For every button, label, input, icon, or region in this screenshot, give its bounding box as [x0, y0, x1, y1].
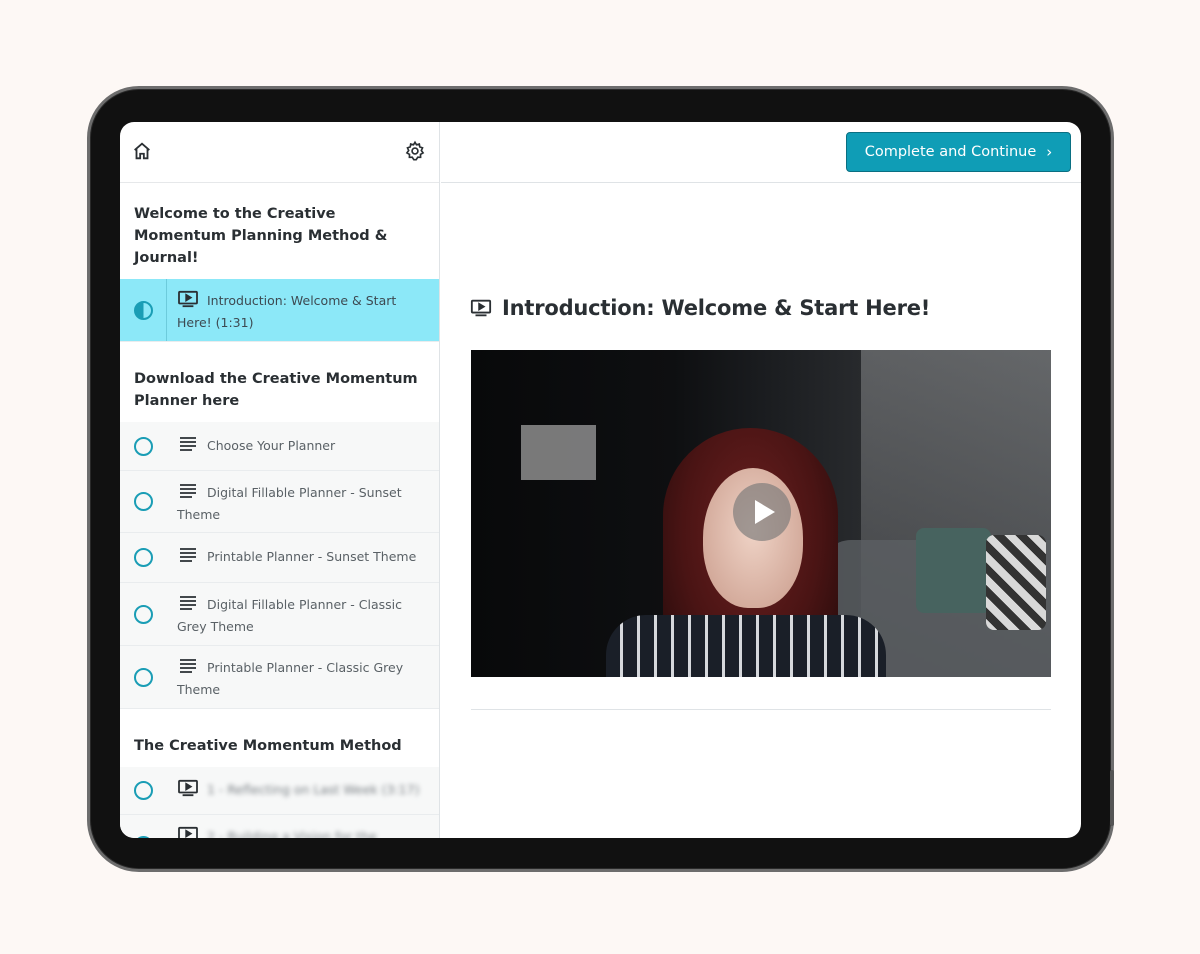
text-lesson-icon [180, 596, 196, 610]
incomplete-circle-icon [134, 781, 153, 800]
lesson-label: Printable Planner - Classic Grey Theme [177, 660, 404, 697]
lesson-label: 2 - Building a Vision for the Upcoming W… [207, 829, 377, 838]
cta-label: Complete and Continue [864, 144, 1037, 160]
text-lesson-icon [180, 659, 196, 673]
lesson-status [120, 279, 167, 341]
lesson-label: 1 - Reflecting on Last Week (3:17) [207, 782, 420, 797]
incomplete-circle-icon [134, 604, 153, 624]
lesson-label: Printable Planner - Sunset Theme [207, 549, 417, 564]
play-icon [754, 500, 775, 524]
lesson-item-digital-grey[interactable]: Digital Fillable Planner - Classic Grey … [120, 583, 439, 646]
video-icon [178, 779, 198, 797]
video-frame-background [521, 425, 596, 480]
course-sidebar: Welcome to the Creative Momentum Plannin… [120, 122, 440, 838]
incomplete-circle-icon [134, 492, 153, 511]
video-icon [178, 826, 198, 838]
lesson-item-printable-grey[interactable]: Printable Planner - Classic Grey Theme [120, 646, 439, 709]
lesson-label: Digital Fillable Planner - Classic Grey … [177, 597, 402, 634]
home-icon[interactable] [131, 140, 153, 162]
sidebar-header [120, 122, 439, 183]
lesson-item-building-vision[interactable]: 2 - Building a Vision for the Upcoming W… [120, 815, 439, 838]
text-lesson-icon [180, 437, 196, 451]
incomplete-circle-icon [134, 836, 153, 838]
video-icon [178, 290, 198, 308]
lesson-item-printable-sunset[interactable]: Printable Planner - Sunset Theme [120, 533, 439, 583]
lesson-label: Choose Your Planner [207, 438, 336, 453]
gear-icon[interactable] [404, 140, 426, 162]
chevron-right-icon: › [1046, 143, 1053, 161]
complete-and-continue-button[interactable]: Complete and Continue › [846, 132, 1071, 172]
lesson-item-introduction[interactable]: Introduction: Welcome & Start Here! (1:3… [120, 279, 439, 342]
lecture-main: Complete and Continue › Introduction: We… [441, 122, 1081, 838]
lesson-label: Introduction: Welcome & Start Here! (1:3… [177, 293, 397, 330]
section-title: Welcome to the Creative Momentum Plannin… [134, 206, 388, 266]
lecture-title: Introduction: Welcome & Start Here! [502, 296, 931, 320]
text-lesson-icon [180, 484, 196, 498]
lecture-heading: Introduction: Welcome & Start Here! [470, 296, 930, 320]
video-icon [470, 299, 492, 317]
incomplete-circle-icon [134, 667, 153, 687]
video-frame-pillow [916, 528, 991, 613]
video-frame-pillow [986, 535, 1046, 630]
section-title: Download the Creative Momentum Planner h… [134, 371, 418, 409]
lesson-item-reflecting[interactable]: 1 - Reflecting on Last Week (3:17) [120, 767, 439, 815]
tablet-side-button [1110, 770, 1114, 826]
lesson-label: Digital Fillable Planner - Sunset Theme [177, 485, 402, 522]
in-progress-icon [133, 300, 153, 320]
play-button[interactable] [733, 483, 791, 541]
incomplete-circle-icon [134, 548, 153, 567]
lecture-topbar: Complete and Continue › [441, 122, 1081, 183]
lesson-item-choose-planner[interactable]: Choose Your Planner [120, 422, 439, 471]
content-divider [471, 709, 1051, 710]
section-title: The Creative Momentum Method [134, 738, 402, 754]
video-frame-presenter-shirt [606, 615, 886, 677]
incomplete-circle-icon [134, 436, 153, 456]
text-lesson-icon [180, 548, 196, 562]
lesson-item-digital-sunset[interactable]: Digital Fillable Planner - Sunset Theme [120, 471, 439, 533]
video-player[interactable] [471, 350, 1051, 677]
course-player-screen: Welcome to the Creative Momentum Plannin… [120, 122, 1081, 838]
